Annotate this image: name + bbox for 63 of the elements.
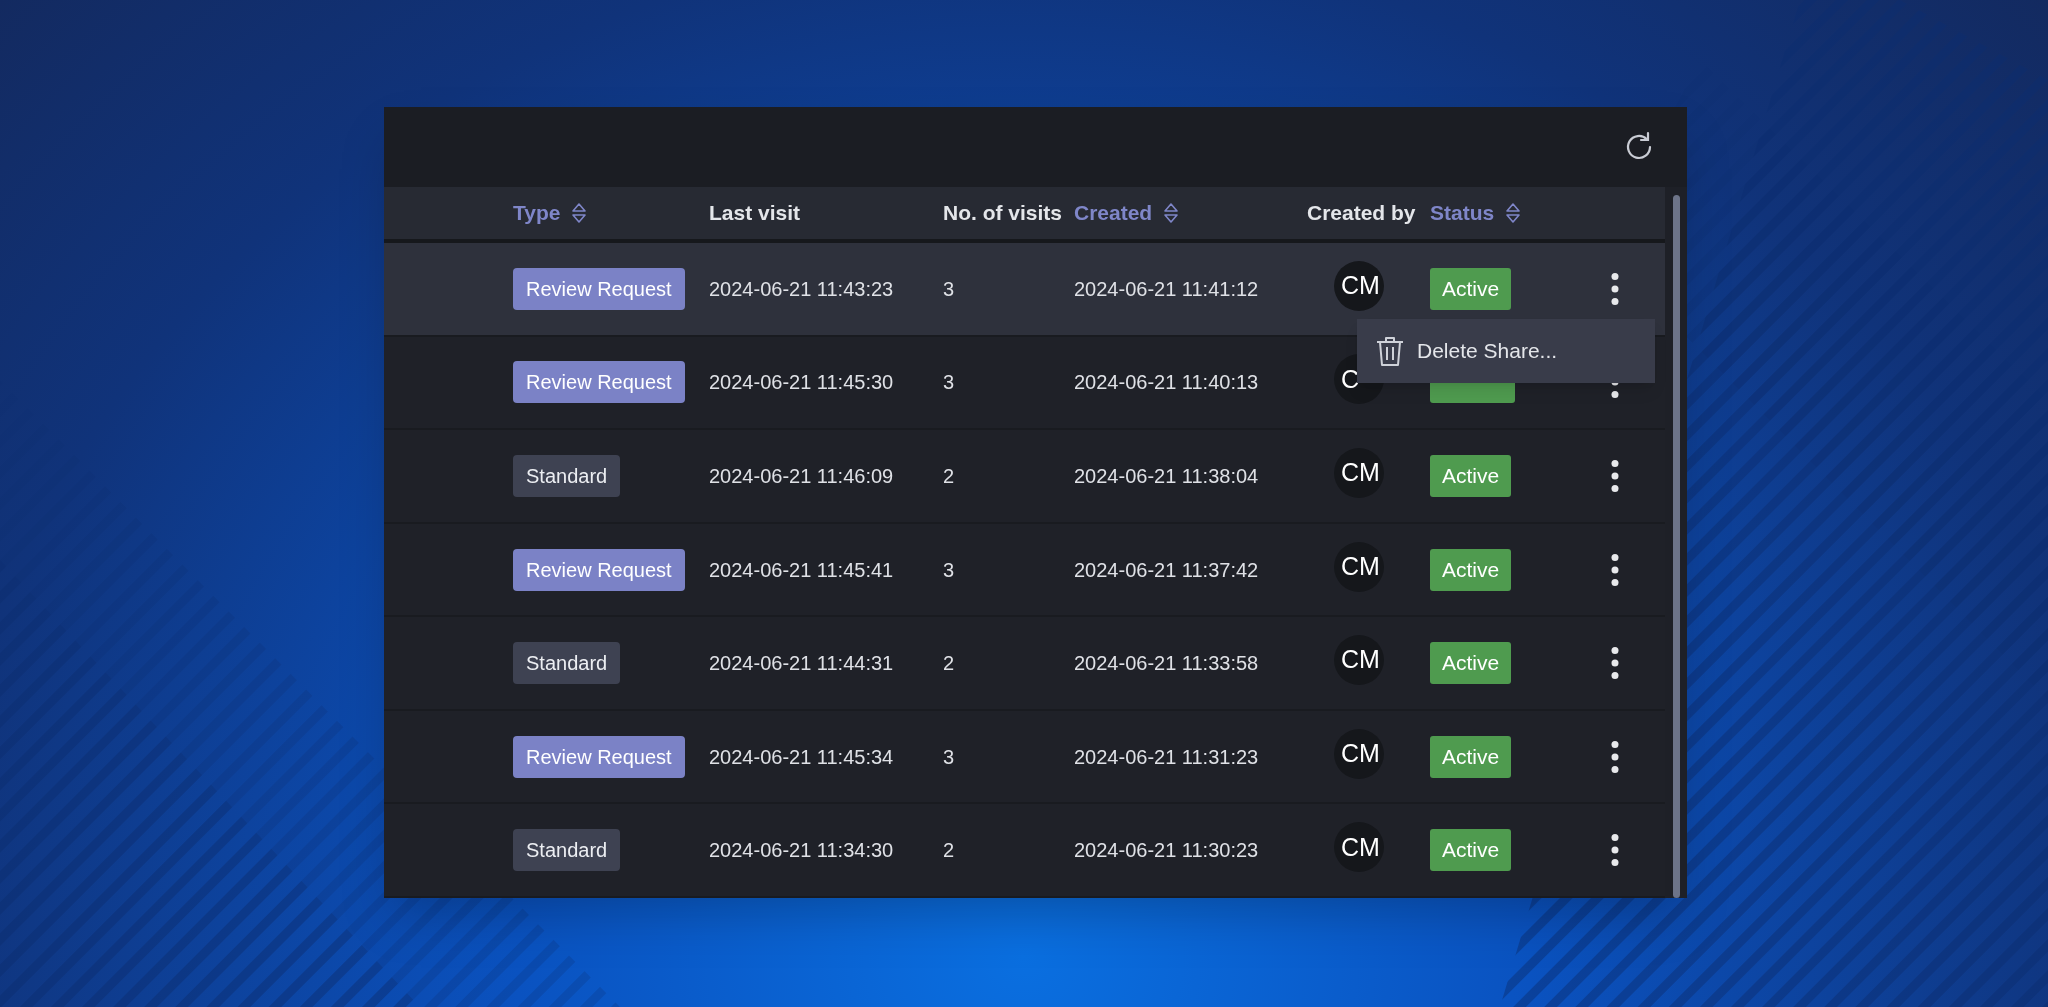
table-cell: 3 bbox=[943, 371, 955, 394]
user-avatar: CM bbox=[1334, 447, 1384, 498]
table-cell: 2024-06-21 11:40:13 bbox=[1074, 371, 1259, 394]
type-tag: Standard bbox=[513, 642, 621, 685]
user-avatar: CM bbox=[1334, 260, 1384, 311]
table-cell: 3 bbox=[943, 558, 955, 581]
column-header: Last visit bbox=[709, 200, 801, 227]
status-badge: Active bbox=[1430, 548, 1512, 591]
table-cell: 2024-06-21 11:34:30 bbox=[709, 839, 894, 862]
table-cell: 2024-06-21 11:43:23 bbox=[709, 277, 894, 300]
status-badge: Active bbox=[1430, 642, 1512, 685]
type-tag: Review Request bbox=[513, 735, 685, 778]
status-badge: Active bbox=[1430, 735, 1512, 778]
table-cell: 2 bbox=[943, 464, 955, 487]
table-row[interactable]: Review Request 2024-06-21 11:43:23 3 2024-06-21 11:41:12 CM Active bbox=[384, 243, 1665, 337]
table-cell: 2 bbox=[943, 839, 955, 862]
table-cell: 2024-06-21 11:41:12 bbox=[1074, 277, 1259, 300]
table-cell: 2024-06-21 11:38:04 bbox=[1074, 464, 1259, 487]
table-cell: 2024-06-21 11:44:31 bbox=[709, 652, 894, 675]
table-cell: 2024-06-21 11:45:41 bbox=[709, 558, 894, 581]
scrollbar-thumb[interactable] bbox=[1672, 195, 1680, 898]
table-cell: 2024-06-21 11:37:42 bbox=[1074, 558, 1259, 581]
table-cell: 2024-06-21 11:33:58 bbox=[1074, 652, 1259, 675]
table-cell: 2 bbox=[943, 652, 955, 675]
user-avatar: CM bbox=[1334, 728, 1384, 779]
sort-icon bbox=[1506, 203, 1521, 223]
type-tag: Standard bbox=[513, 829, 621, 872]
sort-icon bbox=[572, 203, 587, 223]
column-header[interactable]: Created bbox=[1074, 197, 1179, 229]
type-tag: Review Request bbox=[513, 361, 685, 404]
column-header[interactable]: Status bbox=[1430, 197, 1521, 229]
table-cell: 2024-06-21 11:45:34 bbox=[709, 745, 894, 768]
user-avatar: CM bbox=[1334, 635, 1384, 686]
table-row[interactable]: Standard 2024-06-21 11:34:30 2 2024-06-21 11:30:23 CM Active bbox=[384, 804, 1665, 898]
table-row[interactable]: Review Request 2024-06-21 11:45:41 3 2024-06-21 11:37:42 CM Active bbox=[384, 523, 1665, 618]
table-row[interactable]: Standard 2024-06-21 11:46:09 2 2024-06-21 11:38:04 CM Active bbox=[384, 430, 1665, 524]
column-header: Created by bbox=[1307, 200, 1416, 227]
table-cell: 2024-06-21 11:45:30 bbox=[709, 371, 894, 394]
more-icon bbox=[1611, 647, 1619, 680]
table-row[interactable]: Standard 2024-06-21 11:44:31 2 2024-06-21 11:33:58 CM Active bbox=[384, 617, 1665, 711]
status-badge: Active bbox=[1430, 454, 1512, 497]
more-icon bbox=[1611, 459, 1619, 492]
type-tag: Review Request bbox=[513, 267, 685, 310]
table-cell: 3 bbox=[943, 745, 955, 768]
type-tag: Standard bbox=[513, 454, 621, 497]
user-avatar: CM bbox=[1334, 822, 1384, 873]
more-icon bbox=[1611, 272, 1619, 305]
status-badge: Active bbox=[1430, 267, 1512, 310]
more-icon bbox=[1611, 740, 1619, 773]
table-cell: 2024-06-21 11:30:23 bbox=[1074, 839, 1259, 862]
column-header: No. of visits bbox=[943, 200, 1063, 227]
table-row[interactable]: Review Request 2024-06-21 11:45:34 3 2024-06-21 11:31:23 CM Active bbox=[384, 710, 1665, 805]
sort-icon bbox=[1164, 203, 1179, 223]
status-badge: Active bbox=[1430, 829, 1512, 872]
type-tag: Review Request bbox=[513, 548, 685, 591]
column-header[interactable]: Type bbox=[513, 197, 587, 229]
more-icon bbox=[1611, 834, 1619, 867]
trash-icon bbox=[1375, 335, 1405, 367]
more-icon bbox=[1611, 553, 1619, 586]
table-cell: 2024-06-21 11:31:23 bbox=[1074, 745, 1259, 768]
table-cell: 3 bbox=[943, 277, 955, 300]
user-avatar: CM bbox=[1334, 541, 1384, 592]
table-cell: 2024-06-21 11:46:09 bbox=[709, 464, 894, 487]
